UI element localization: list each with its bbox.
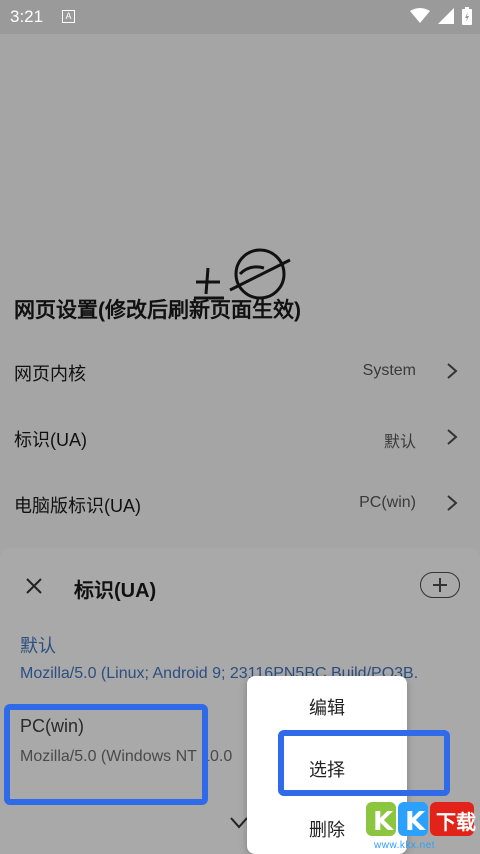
setting-row-kernel[interactable]: 网页内核 System [0, 338, 480, 404]
sheet-title: 标识(UA) [74, 580, 157, 602]
signal-icon [438, 8, 454, 24]
status-time: 3:21 [10, 7, 44, 26]
add-ua-button[interactable] [420, 572, 460, 598]
highlight-pc-item [4, 704, 208, 805]
highlight-select-item [278, 730, 450, 796]
setting-label: 电脑版标识(UA) [14, 496, 141, 516]
menu-item-edit[interactable]: 编辑 [247, 694, 407, 720]
svg-text:K: K [405, 807, 426, 837]
chevron-right-icon [447, 495, 458, 511]
svg-text:下载: 下载 [436, 810, 476, 834]
battery-charging-icon [462, 7, 472, 25]
close-icon[interactable] [24, 576, 44, 596]
setting-row-ua[interactable]: 标识(UA) 默认 [0, 404, 480, 470]
svg-text:K: K [373, 807, 394, 837]
setting-value: 默认 [383, 434, 416, 451]
status-bar: 3:21 A [0, 0, 480, 34]
setting-row-pc-ua[interactable]: 电脑版标识(UA) PC(win) [0, 470, 480, 536]
setting-label: 标识(UA) [14, 430, 87, 450]
ua-item-title[interactable]: 默认 [20, 632, 56, 658]
status-icons [410, 7, 472, 25]
setting-value: System [362, 362, 416, 379]
chevron-down-icon[interactable] [229, 816, 249, 830]
kk-logo-icon: K K 下载 [366, 802, 476, 837]
setting-value: PC(win) [359, 494, 416, 511]
wifi-icon [410, 8, 430, 23]
setting-label: 网页内核 [14, 364, 86, 384]
a-badge-icon: A [62, 10, 75, 23]
chevron-right-icon [447, 363, 458, 379]
section-title: 网页设置(修改后刷新页面生效) [14, 299, 301, 322]
watermark-url: www.kkx.net [374, 840, 436, 851]
chevron-right-icon [447, 429, 458, 445]
watermark-logo: K K 下载 www.kkx.net [364, 800, 480, 854]
